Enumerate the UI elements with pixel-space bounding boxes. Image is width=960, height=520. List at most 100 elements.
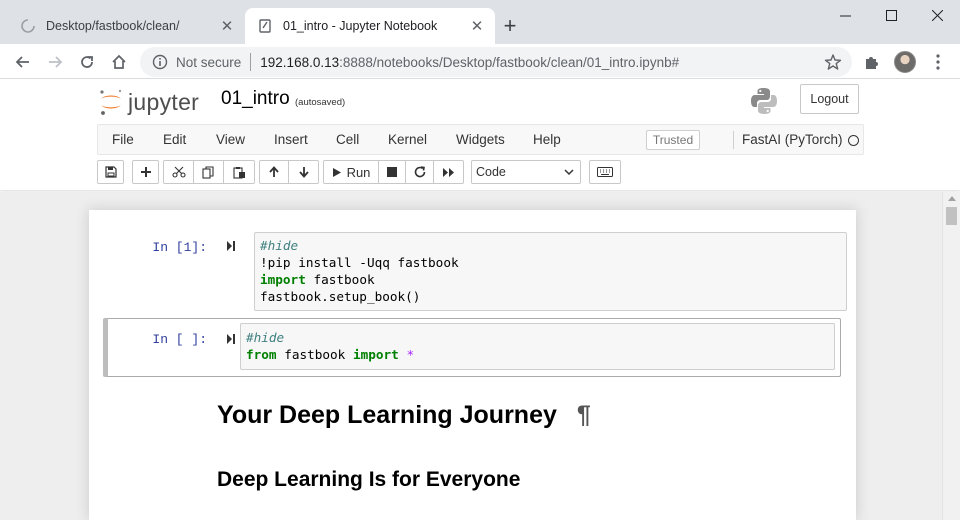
- anchor-link[interactable]: ¶: [577, 401, 591, 429]
- code-cell-1[interactable]: In [1]: #hide !pip install -Uqq fastbook…: [103, 228, 847, 314]
- code-input[interactable]: #hide !pip install -Uqq fastbook import …: [254, 232, 847, 311]
- code-keyword: from: [246, 347, 277, 362]
- tab-title: 01_intro - Jupyter Notebook: [283, 19, 438, 33]
- cell-type-value: Code: [476, 165, 506, 179]
- cell-type-select[interactable]: Code: [471, 160, 581, 184]
- menu-widgets[interactable]: Widgets: [456, 132, 505, 147]
- new-tab-icon[interactable]: +: [498, 13, 522, 38]
- jupyter-logo-icon: [100, 89, 122, 115]
- interrupt-button[interactable]: [379, 160, 406, 184]
- cell-prompt: In [1]:: [152, 240, 207, 255]
- code-line: #hide: [260, 238, 299, 253]
- paste-button[interactable]: [224, 160, 255, 184]
- move-up-button[interactable]: [259, 160, 289, 184]
- python-logo-icon: [748, 85, 780, 117]
- chevron-down-icon: [564, 169, 574, 176]
- url-host: 192.168.0.13: [260, 54, 340, 70]
- browser-tab-desktop[interactable]: Desktop/fastbook/clean/ ✕: [8, 8, 245, 44]
- scroll-up-arrow-icon[interactable]: [948, 196, 956, 201]
- code-line: #hide: [246, 330, 285, 345]
- insert-cell-button[interactable]: [132, 160, 159, 184]
- back-arrow-icon[interactable]: [9, 48, 37, 76]
- move-down-button[interactable]: [289, 160, 319, 184]
- restart-run-all-button[interactable]: [434, 160, 464, 184]
- menu-cell[interactable]: Cell: [336, 132, 359, 147]
- trusted-indicator[interactable]: Trusted: [646, 130, 700, 150]
- kernel-idle-indicator: [848, 135, 859, 146]
- copy-icon: [202, 165, 214, 179]
- menu-edit[interactable]: Edit: [163, 132, 186, 147]
- command-palette-button[interactable]: [589, 160, 621, 184]
- markdown-heading-2: Deep Learning Is for Everyone: [217, 468, 521, 491]
- kernel-separator: [733, 131, 734, 149]
- arrow-down-icon: [298, 167, 309, 178]
- keyboard-icon: [597, 167, 613, 177]
- autosave-status: (autosaved): [295, 97, 346, 108]
- notebook-menubar: File Edit View Insert Cell Kernel Widget…: [97, 124, 864, 155]
- run-button[interactable]: Run: [323, 160, 379, 184]
- run-icon: [332, 167, 341, 177]
- code-text: fastbook: [305, 272, 375, 287]
- browser-toolbar: Not secure 192.168.0.13:8888/notebooks/D…: [0, 44, 960, 79]
- browser-tab-notebook[interactable]: 01_intro - Jupyter Notebook ✕: [245, 8, 495, 44]
- jupyter-logo-text: jupyter: [128, 88, 200, 115]
- menu-insert[interactable]: Insert: [274, 132, 308, 147]
- restart-button[interactable]: [406, 160, 434, 184]
- extensions-icon[interactable]: [862, 52, 882, 72]
- tab-title: Desktop/fastbook/clean/: [46, 19, 180, 33]
- window-close-icon[interactable]: [914, 0, 960, 30]
- fast-forward-icon: [443, 167, 454, 177]
- code-input[interactable]: #hide from fastbook import *: [240, 323, 835, 370]
- code-operator: *: [406, 347, 415, 362]
- tab-close-icon[interactable]: ✕: [467, 16, 487, 36]
- cut-icon: [171, 166, 186, 178]
- notebook-page: In [1]: #hide !pip install -Uqq fastbook…: [89, 210, 856, 520]
- menu-help[interactable]: Help: [533, 132, 561, 147]
- stop-icon: [387, 167, 397, 177]
- run-label: Run: [346, 164, 371, 180]
- arrow-up-icon: [269, 166, 279, 177]
- kernel-name: FastAI (PyTorch): [742, 132, 843, 147]
- address-bar[interactable]: Not secure 192.168.0.13:8888/notebooks/D…: [140, 47, 852, 77]
- address-separator: [250, 53, 252, 71]
- copy-button[interactable]: [194, 160, 224, 184]
- logout-button[interactable]: Logout: [800, 84, 859, 114]
- code-text: fastbook: [276, 347, 353, 362]
- edit-group: [163, 160, 255, 184]
- home-icon[interactable]: [105, 48, 133, 76]
- code-line: !pip install -Uqq fastbook: [260, 255, 459, 270]
- minimize-icon[interactable]: [822, 0, 868, 30]
- run-cell-icon[interactable]: [226, 333, 236, 345]
- code-line: import fastbook: [260, 271, 841, 288]
- menu-view[interactable]: View: [216, 132, 245, 147]
- bookmark-star-icon[interactable]: [824, 53, 842, 71]
- reload-icon[interactable]: [73, 48, 101, 76]
- code-line: from fastbook import *: [246, 346, 829, 363]
- kebab-menu-icon[interactable]: [928, 52, 948, 72]
- jupyter-logo[interactable]: jupyter: [98, 84, 210, 120]
- vertical-scrollbar[interactable]: [942, 192, 960, 520]
- restart-icon: [414, 166, 425, 178]
- save-icon: [104, 166, 117, 178]
- info-icon[interactable]: [152, 54, 168, 70]
- jupyter-header: jupyter 01_intro (autosaved) Logout File…: [0, 79, 960, 191]
- plus-icon: [140, 167, 151, 177]
- code-cell-2[interactable]: In [ ]: #hide from fastbook import *: [103, 318, 841, 377]
- run-cell-icon[interactable]: [226, 240, 236, 252]
- save-button[interactable]: [97, 160, 124, 184]
- run-group: Run: [323, 160, 464, 184]
- tab-close-icon[interactable]: ✕: [217, 16, 237, 36]
- code-line: fastbook.setup_book(): [260, 289, 421, 304]
- profile-avatar[interactable]: [894, 51, 916, 73]
- save-group: [97, 160, 124, 184]
- cut-button[interactable]: [163, 160, 194, 184]
- cell-prompt: In [ ]:: [152, 332, 207, 347]
- menu-file[interactable]: File: [112, 132, 134, 147]
- scrollbar-thumb[interactable]: [946, 207, 957, 225]
- maximize-icon[interactable]: [868, 0, 914, 30]
- paste-icon: [232, 166, 245, 179]
- menu-kernel[interactable]: Kernel: [388, 132, 427, 147]
- notebook-name[interactable]: 01_intro: [221, 88, 290, 110]
- security-label: Not secure: [176, 54, 242, 70]
- forward-arrow-icon[interactable]: [41, 48, 69, 76]
